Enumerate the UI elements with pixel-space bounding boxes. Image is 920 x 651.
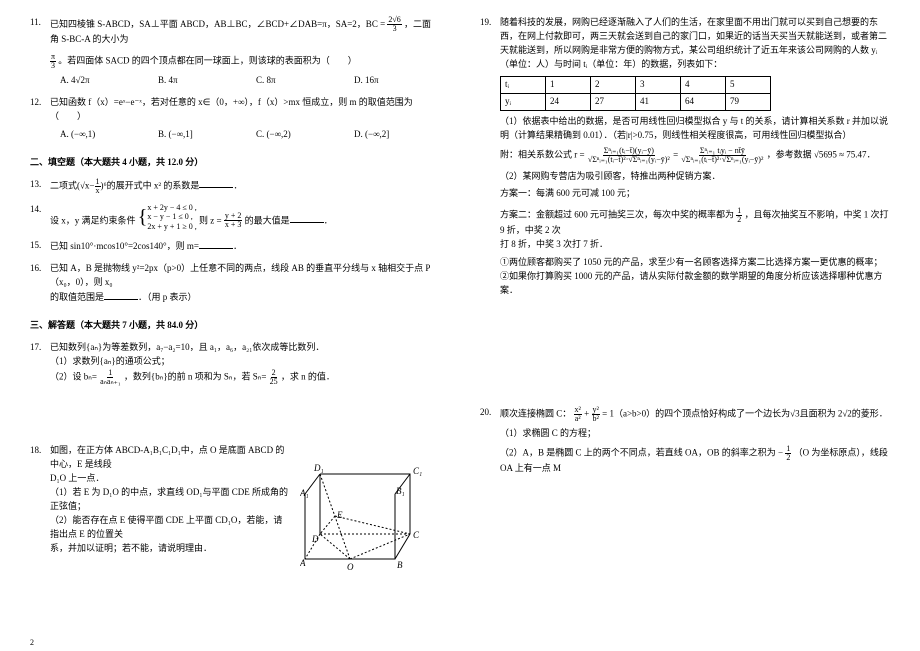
section-3-header: 三、解答题（本大题共 7 小题，共 84.0 分）: [30, 319, 440, 333]
sub-question-1: （1）若 E 为 D₁O 的中点，求直线 OD₁与平面 CDE 所成角的正弦值；: [50, 486, 290, 514]
fraction: Σⁿᵢ₌₁ tᵢyᵢ − nt̄ȳ√Σⁿᵢ₌₁(tᵢ−t̄)²·√Σⁿᵢ₌₁(y…: [680, 147, 764, 164]
question-16: 16. 已知 A，B 是抛物线 y²=2px（p>0）上任意不同的两点，线段 A…: [30, 262, 440, 305]
table-row: yᵢ 24 27 41 64 79: [501, 93, 771, 110]
svg-text:A: A: [300, 558, 306, 568]
plan-2: 方案二：金额超过 600 元可抽奖三次，每次中奖的概率都为 12 ，且每次抽奖互…: [500, 207, 890, 238]
plan-1: 方案一：每满 600 元可减 100 元；: [500, 187, 890, 201]
fraction: 225: [269, 369, 279, 386]
q-number: 20.: [480, 406, 498, 420]
sub-question-2: （2）A，B 是椭圆 C 上的两个不同点，若直线 OA，OB 的斜率之积为 − …: [500, 445, 890, 476]
fraction: 2√63: [387, 16, 401, 33]
option-a: A. (−∞,1): [60, 128, 130, 142]
question-19: 19. 随着科技的发展，网购已经逐渐融入了人们的生活，在家里面不用出门就可以买到…: [480, 16, 890, 298]
sub-question-1: （1）求数列{aₙ}的通项公式；: [50, 355, 440, 369]
table-row: tᵢ 1 2 3 4 5: [501, 76, 771, 93]
svg-text:E: E: [336, 510, 343, 520]
data-table: tᵢ 1 2 3 4 5 yᵢ 24 27 41 64 79: [500, 76, 771, 111]
fraction: 1aₙaₙ₊₁: [99, 369, 122, 386]
sub-q-a: ①两位顾客都购买了 1050 元的产品，求至少有一名顾客选择方案二比选择方案一更…: [500, 256, 890, 270]
q-number: 15.: [30, 239, 48, 253]
fraction: Σⁿᵢ₌₁(tᵢ−t̄)(yᵢ−ȳ)√Σⁿᵢ₌₁(tᵢ−t̄)²·√Σⁿᵢ₌₁(…: [587, 147, 671, 164]
option-d: D. (−∞,2]: [354, 128, 424, 142]
cube-figure: A₁ B₁ C₁ D₁ A B C D O E: [300, 444, 440, 589]
question-11: 11. 已知四棱锥 S-ABCD，SA⊥平面 ABCD，AB⊥BC，∠BCD+∠…: [30, 16, 440, 88]
svg-text:D: D: [311, 534, 319, 544]
q-number: 19.: [480, 16, 498, 30]
svg-text:O: O: [347, 562, 354, 572]
formula-hint: 附：相关系数公式 r = Σⁿᵢ₌₁(tᵢ−t̄)(yᵢ−ȳ)√Σⁿᵢ₌₁(tᵢ…: [500, 147, 890, 164]
q-number: 11.: [30, 16, 48, 30]
sub-q-b: ②如果你打算购买 1000 元的产品，请从实际付款金额的数学期望的角度分析应该选…: [500, 270, 890, 298]
page-number: 2: [30, 638, 34, 647]
question-18: 18. 如图，在正方体 ABCD-A₁B₁C₁D₁中，点 O 是底面 ABCD …: [30, 444, 440, 556]
option-d: D. 16π: [354, 74, 424, 88]
section-2-header: 二、填空题（本大题共 4 小题，共 12.0 分）: [30, 156, 440, 170]
sub-question-2: （2）某网购专营店为吸引顾客，特推出两种促销方案．: [500, 170, 890, 184]
sub-question-2: （2）能否存在点 E 使得平面 CDE 上平面 CD₁O，若能，请指出点 E 的…: [50, 514, 290, 542]
q-number: 17.: [30, 341, 48, 355]
question-14: 14. 设 x，y 满足约束条件 { x + 2y − 4 ≤ 0 , x − …: [30, 203, 440, 232]
fraction: π3: [50, 53, 56, 70]
svg-text:A₁: A₁: [300, 488, 309, 498]
q-text: 已知四棱锥 S-ABCD，SA⊥平面 ABCD，AB⊥BC，∠BCD+∠DAB=…: [50, 19, 431, 44]
svg-text:B₁: B₁: [396, 486, 405, 496]
fill-blank: [199, 239, 233, 249]
svg-text:D₁: D₁: [313, 463, 324, 473]
question-13: 13. 二项式(√x−1x)⁶的展开式中 x² 的系数是．: [30, 178, 440, 195]
fill-blank: [199, 178, 233, 188]
option-a: A. 4√2π: [60, 74, 130, 88]
q-number: 13.: [30, 178, 48, 192]
fraction: 12: [736, 207, 742, 224]
q-text: 已知函数 f（x）=eˣ−e⁻ˣ，若对任意的 x∈（0，+∞），f（x）>mx …: [50, 97, 413, 121]
q-number: 16.: [30, 262, 48, 276]
question-20: 20. 顺次连接椭圆 C： x²a² + y²b² = 1（a>b>0）的四个顶…: [480, 406, 890, 476]
svg-text:C₁: C₁: [413, 466, 422, 476]
answer-options: A. 4√2π B. 4π C. 8π D. 16π: [50, 74, 440, 88]
option-c: C. (−∞,2): [256, 128, 326, 142]
svg-text:B: B: [397, 560, 403, 570]
fraction: y + 2x + 3: [224, 212, 243, 229]
question-17: 17. 已知数列{aₙ}为等差数列，a₇−a₂=10，且 a₁，a₆，a₂₁依次…: [30, 341, 440, 386]
fill-blank: [104, 290, 138, 300]
equation-system: { x + 2y − 4 ≤ 0 , x − y − 1 ≤ 0 , 2x + …: [138, 203, 197, 232]
fraction: 12: [785, 445, 791, 462]
option-b: B. 4π: [158, 74, 228, 88]
q-number: 14.: [30, 203, 48, 217]
question-12: 12. 已知函数 f（x）=eˣ−e⁻ˣ，若对任意的 x∈（0，+∞），f（x）…: [30, 96, 440, 142]
fill-blank: [290, 213, 324, 223]
answer-options: A. (−∞,1) B. (−∞,1] C. (−∞,2) D. (−∞,2]: [50, 128, 440, 142]
option-b: B. (−∞,1]: [158, 128, 228, 142]
question-15: 15. 已知 sin10°·mcos10°=2cos140°，则 m=．: [30, 239, 440, 254]
q-number: 12.: [30, 96, 48, 110]
sub-question-1: （1）求椭圆 C 的方程；: [500, 427, 890, 441]
q-number: 18.: [30, 444, 48, 458]
option-c: C. 8π: [256, 74, 326, 88]
svg-text:C: C: [413, 530, 420, 540]
sub-question-2: （2）设 bₙ= 1aₙaₙ₊₁ ，数列{bₙ}的前 n 项和为 Sₙ，若 Sₙ…: [50, 369, 440, 386]
fraction: y²b²: [592, 406, 600, 423]
sub-question-1: （1）依据表中给出的数据，是否可用线性回归模型拟合 y 与 t 的关系，请计算相…: [500, 115, 890, 143]
fraction: x²a²: [574, 406, 582, 423]
